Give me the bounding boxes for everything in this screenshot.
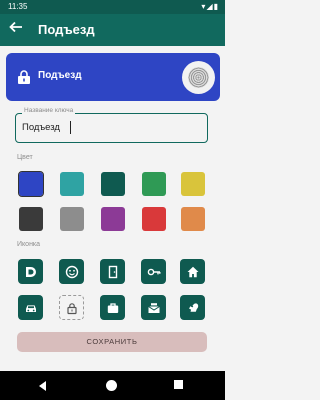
lock-icon bbox=[17, 69, 31, 85]
lock-icon-option[interactable] bbox=[59, 295, 84, 320]
status-icons: ▾◢▮ bbox=[201, 2, 219, 11]
icon-section-label: Иконка bbox=[17, 241, 41, 248]
color-swatch-gray[interactable] bbox=[60, 207, 84, 231]
door-icon[interactable] bbox=[100, 259, 125, 284]
key-name-label: Название ключа bbox=[22, 107, 76, 114]
color-swatch-dark-green[interactable] bbox=[101, 172, 125, 196]
color-swatch-green[interactable] bbox=[142, 172, 166, 196]
key-name-input[interactable] bbox=[22, 120, 192, 134]
nav-recents-icon[interactable] bbox=[174, 380, 183, 389]
color-section-label: Цвет bbox=[17, 154, 33, 161]
page-title: Подъезд bbox=[38, 22, 95, 37]
color-swatch-red[interactable] bbox=[142, 207, 166, 231]
squirrel-icon[interactable] bbox=[180, 295, 205, 320]
text-caret bbox=[70, 121, 71, 134]
nav-back-icon[interactable] bbox=[39, 381, 46, 391]
d-logo-icon[interactable] bbox=[18, 259, 43, 284]
color-swatch-orange[interactable] bbox=[181, 207, 205, 231]
system-nav-bar bbox=[0, 371, 225, 400]
save-button[interactable]: СОХРАНИТЬ bbox=[17, 332, 207, 352]
nfc-tag-icon bbox=[182, 61, 215, 94]
key-icon[interactable] bbox=[141, 259, 166, 284]
arrow-left-icon[interactable] bbox=[8, 20, 24, 38]
smiley-icon[interactable] bbox=[59, 259, 84, 284]
nav-home-icon[interactable] bbox=[106, 380, 117, 391]
color-swatch-dark-gray[interactable] bbox=[19, 207, 43, 231]
key-preview-card: Подъезд bbox=[6, 53, 220, 101]
key-name-field[interactable]: Название ключа bbox=[15, 107, 208, 143]
briefcase-icon[interactable] bbox=[100, 295, 125, 320]
color-swatch-teal[interactable] bbox=[60, 172, 84, 196]
key-preview-name: Подъезд bbox=[38, 70, 82, 81]
color-swatch-blue[interactable] bbox=[18, 171, 44, 197]
color-swatch-yellow[interactable] bbox=[181, 172, 205, 196]
app-bar: Подъезд bbox=[0, 14, 225, 46]
mailbox-icon[interactable] bbox=[141, 295, 166, 320]
car-icon[interactable] bbox=[18, 295, 43, 320]
status-bar: 11:35 ▾◢▮ bbox=[0, 0, 225, 14]
status-time: 11:35 bbox=[8, 2, 28, 11]
home-icon[interactable] bbox=[180, 259, 205, 284]
color-swatch-purple[interactable] bbox=[101, 207, 125, 231]
